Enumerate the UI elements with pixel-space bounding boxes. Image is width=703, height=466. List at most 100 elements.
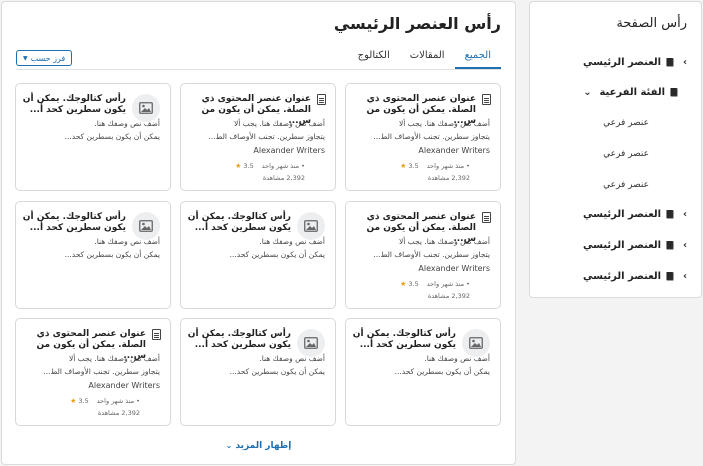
sidebar-item-4[interactable]: العنصر الرئيسي 📕 ‹ (530, 264, 701, 288)
document-icon (482, 94, 491, 105)
card-description-line: يتجاوز سطرين. تجنب الأوصاف الط... (373, 250, 490, 259)
card-description-line: يمكن أن يكون بسطرين كحد... (64, 250, 160, 259)
article-card[interactable]: عنوان عنصر المحتوى ذي الصلة. يمكن أن يكو… (345, 201, 501, 309)
card-description: أضف نص وصفك هنا. يمكن أن يكون بسطرين كحد.… (187, 352, 325, 378)
chevron-left-icon[interactable]: ‹ (679, 209, 691, 220)
tab-bar: الجميع المقالات الكتالوج (348, 50, 501, 69)
bullet: • (301, 162, 305, 170)
card-age: منذ شهر واحد (426, 280, 465, 288)
book-icon: 📕 (669, 87, 679, 97)
star-icon: ★ (400, 280, 407, 288)
sort-label: فرز حسب (30, 53, 66, 63)
card-description-line: يمكن أن يكون بسطرين كحد... (394, 367, 490, 376)
catalog-card[interactable]: رأس كتالوجك. يمكن أن يكون سطرين كحد أ...… (180, 201, 336, 309)
card-rating: 3.5 (408, 162, 419, 170)
main-panel: رأس العنصر الرئيسي الجميع المقالات الكتا… (1, 1, 516, 465)
sidebar-item-0[interactable]: العنصر الرئيسي 📕 ‹ (530, 50, 701, 74)
card-description: أضف نص وصفك هنا. يجب ألا يتجاوز سطرين. تج… (187, 117, 325, 143)
card-description-line: يمكن أن يكون بسطرين كحد... (229, 250, 325, 259)
chevron-left-icon[interactable]: ‹ (679, 271, 691, 282)
tab-divider (16, 69, 501, 70)
sidebar-item-3[interactable]: العنصر الرئيسي 📕 ‹ (530, 233, 701, 257)
card-description-line: أضف نص وصفك هنا. (424, 354, 490, 363)
chevron-left-icon[interactable]: ‹ (679, 240, 691, 251)
card-views: 2,392 مشاهدة (262, 174, 305, 182)
article-card[interactable]: عنوان عنصر المحتوى ذي الصلة. يمكن أن يكو… (345, 83, 501, 191)
chevron-left-icon[interactable]: ‹ (679, 57, 691, 68)
sidebar-title: رأس الصفحة (616, 16, 687, 31)
card-description-line: أضف نص وصفك هنا. (259, 237, 325, 246)
card-author: Alexander Writers (418, 264, 490, 273)
card-title: رأس كتالوجك. يمكن أن يكون سطرين كحد أ... (187, 329, 291, 350)
page-title: رأس العنصر الرئيسي (333, 14, 501, 33)
sidebar-subitem[interactable]: عنصر فرعي (603, 180, 649, 190)
tab-all[interactable]: الجميع (454, 50, 501, 69)
book-icon: 📕 (665, 240, 675, 250)
card-description-line: أضف نص وصفك هنا. (94, 119, 160, 128)
catalog-card[interactable]: رأس كتالوجك. يمكن أن يكون سطرين كحد أ...… (15, 83, 171, 191)
book-icon: 📕 (665, 209, 675, 219)
document-icon (317, 94, 326, 105)
card-views: 2,392 مشاهدة (97, 409, 140, 417)
star-icon: ★ (400, 162, 407, 170)
card-author: Alexander Writers (418, 146, 490, 155)
catalog-card[interactable]: رأس كتالوجك. يمكن أن يكون سطرين كحد أ...… (180, 318, 336, 426)
bullet: • (136, 397, 140, 405)
sort-button[interactable]: فرز حسب ▼ (16, 50, 73, 66)
card-description-line: أضف نص وصفك هنا. يجب ألا (398, 237, 490, 246)
document-icon (152, 329, 161, 340)
show-more-button[interactable]: إظهار المزيد ⌄ (2, 441, 515, 451)
card-title: رأس كتالوجك. يمكن أن يكون سطرين كحد أ... (187, 212, 291, 233)
card-rating: 3.5 (243, 162, 254, 170)
show-more-label: إظهار المزيد (235, 441, 292, 451)
catalog-card[interactable]: رأس كتالوجك. يمكن أن يكون سطرين كحد أ...… (15, 201, 171, 309)
sidebar-subitem[interactable]: عنصر فرعي (603, 118, 649, 128)
card-description: أضف نص وصفك هنا. يجب ألا يتجاوز سطرين. تج… (352, 117, 490, 143)
catalog-card[interactable]: رأس كتالوجك. يمكن أن يكون سطرين كحد أ...… (345, 318, 501, 426)
caret-down-icon: ▼ (23, 54, 28, 62)
card-description-line: أضف نص وصفك هنا. يجب ألا (233, 119, 325, 128)
card-age: منذ شهر واحد (261, 162, 300, 170)
card-description-line: أضف نص وصفك هنا. (259, 354, 325, 363)
card-views: 2,392 مشاهدة (427, 292, 470, 300)
card-description: أضف نص وصفك هنا. يجب ألا يتجاوز سطرين. تج… (352, 235, 490, 261)
card-rating: 3.5 (408, 280, 419, 288)
star-icon: ★ (70, 397, 77, 405)
card-description: أضف نص وصفك هنا. يمكن أن يكون بسطرين كحد.… (352, 352, 490, 378)
card-meta: • منذ شهر واحد 3.5 ★ (70, 397, 140, 405)
card-meta: • منذ شهر واحد 3.5 ★ (400, 280, 470, 288)
card-meta: • منذ شهر واحد 3.5 ★ (400, 162, 470, 170)
chevron-down-icon: ⌄ (225, 441, 233, 450)
sidebar-subitem[interactable]: عنصر فرعي (603, 149, 649, 159)
tab-articles[interactable]: المقالات (400, 50, 455, 69)
card-title: رأس كتالوجك. يمكن أن يكون سطرين كحد أ... (22, 94, 126, 115)
card-author: Alexander Writers (253, 146, 325, 155)
card-description: أضف نص وصفك هنا. يمكن أن يكون بسطرين كحد.… (22, 117, 160, 143)
sidebar-item-label: العنصر الرئيسي (583, 239, 662, 251)
article-card[interactable]: عنوان عنصر المحتوى ذي الصلة. يمكن أن يكو… (180, 83, 336, 191)
bullet: • (466, 280, 470, 288)
card-description-line: يمكن أن يكون بسطرين كحد... (229, 367, 325, 376)
card-title: رأس كتالوجك. يمكن أن يكون سطرين كحد أ... (352, 329, 456, 350)
card-description-line: أضف نص وصفك هنا. يجب ألا (68, 354, 160, 363)
article-card[interactable]: عنوان عنصر المحتوى ذي الصلة. يمكن أن يكو… (15, 318, 171, 426)
tab-catalog[interactable]: الكتالوج (348, 50, 400, 69)
sidebar: رأس الصفحة العنصر الرئيسي 📕 ‹ ⌄ الفئة الفرعي… (529, 1, 702, 298)
chevron-down-icon[interactable]: ⌄ (581, 87, 593, 98)
card-description: أضف نص وصفك هنا. يمكن أن يكون بسطرين كحد.… (22, 235, 160, 261)
card-author: Alexander Writers (88, 381, 160, 390)
card-views: 2,392 مشاهدة (427, 174, 470, 182)
sidebar-item-1[interactable]: ⌄ الفئة الفرعية 📕 (530, 80, 701, 104)
bullet: • (466, 162, 470, 170)
book-icon: 📕 (665, 271, 675, 281)
document-icon (482, 212, 491, 223)
card-age: منذ شهر واحد (426, 162, 465, 170)
card-description-line: يتجاوز سطرين. تجنب الأوصاف الط... (208, 132, 325, 141)
card-age: منذ شهر واحد (96, 397, 135, 405)
star-icon: ★ (235, 162, 242, 170)
sidebar-item-label: العنصر الرئيسي (583, 270, 662, 282)
card-description-line: يمكن أن يكون بسطرين كحد... (64, 132, 160, 141)
card-description-line: يتجاوز سطرين. تجنب الأوصاف الط... (373, 132, 490, 141)
sidebar-item-2[interactable]: العنصر الرئيسي 📕 ‹ (530, 202, 701, 226)
card-meta: • منذ شهر واحد 3.5 ★ (235, 162, 305, 170)
